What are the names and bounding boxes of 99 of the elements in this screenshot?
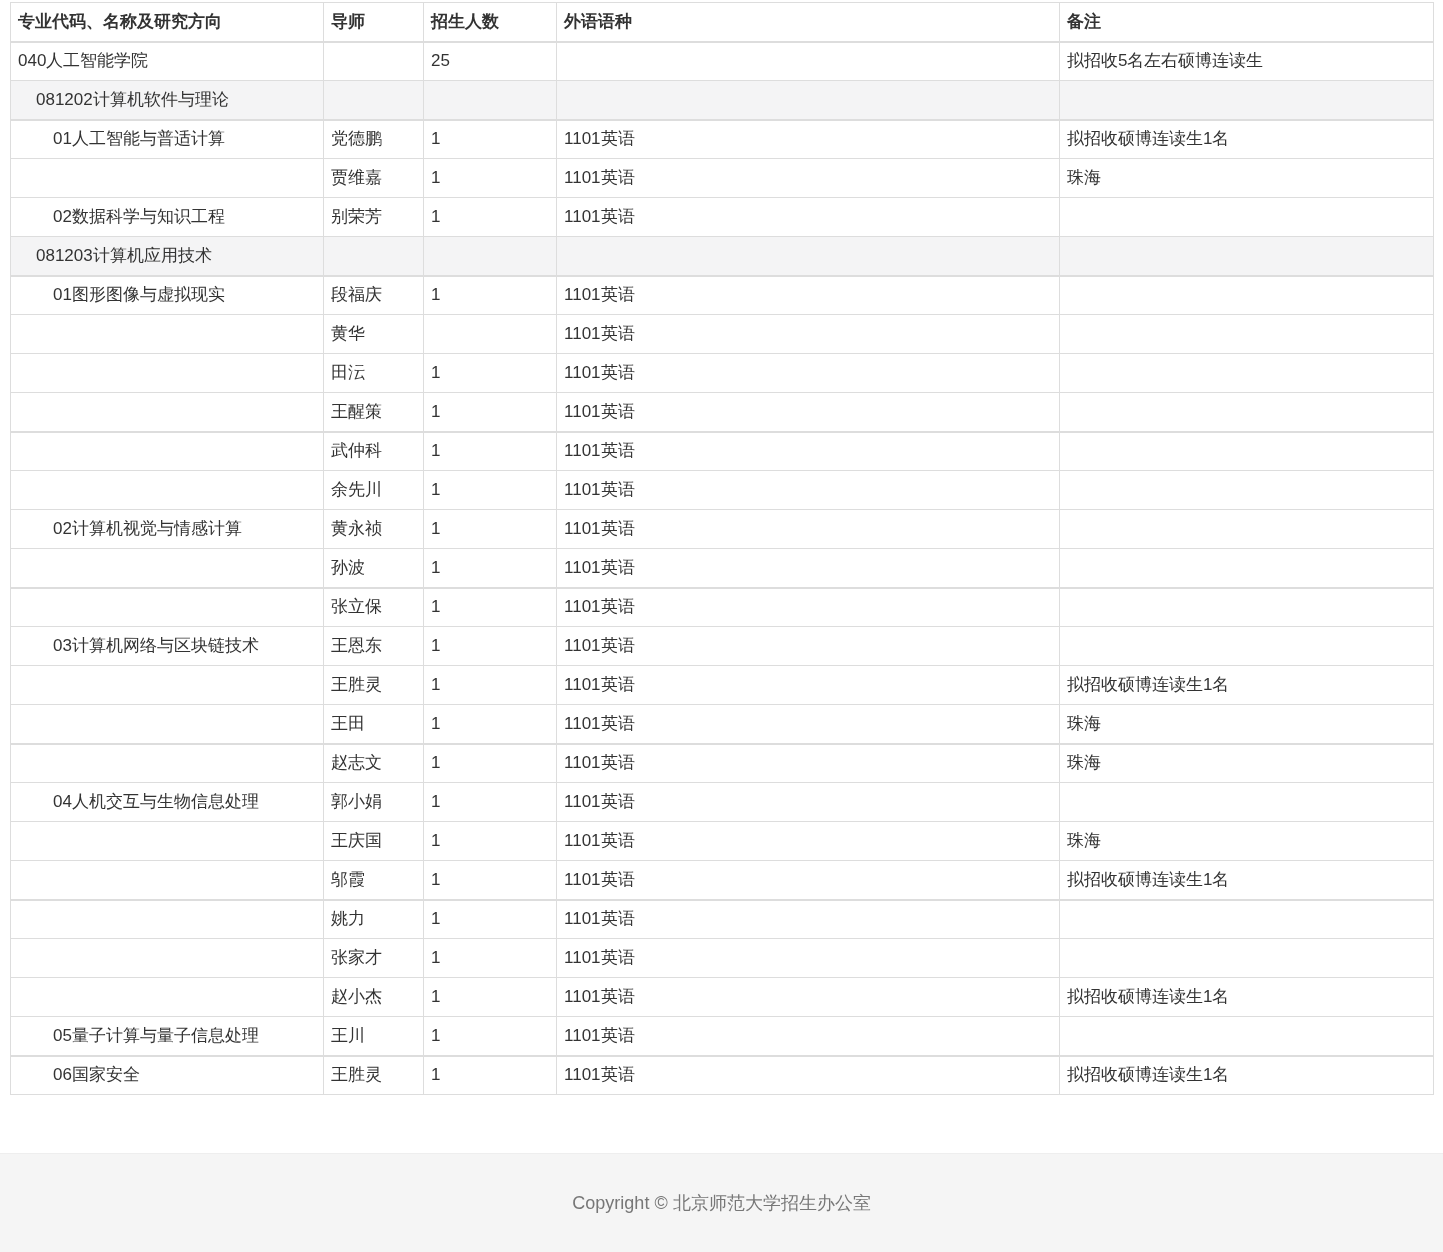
table-cell: 拟招收硕博连读生1名 <box>1059 665 1434 705</box>
table-cell: 04人机交互与生物信息处理 <box>10 782 324 822</box>
table-cell: 武仲科 <box>323 431 424 471</box>
table-cell: 姚力 <box>323 899 424 939</box>
table-cell: 拟招收硕博连读生1名 <box>1059 860 1434 900</box>
table-cell: 贾维嘉 <box>323 158 424 198</box>
table-cell: 珠海 <box>1059 821 1434 861</box>
table-cell: 1101英语 <box>556 1016 1060 1056</box>
table-cell: 081203计算机应用技术 <box>10 236 324 276</box>
table-cell: 1 <box>423 782 557 822</box>
table-cell: 02计算机视觉与情感计算 <box>10 509 324 549</box>
column-header: 备注 <box>1059 2 1434 42</box>
column-header: 外语语种 <box>556 2 1060 42</box>
table-cell: 珠海 <box>1059 158 1434 198</box>
table-cell: 1101英语 <box>556 1055 1060 1095</box>
table-cell: 1101英语 <box>556 314 1060 354</box>
table-cell: 1101英语 <box>556 431 1060 471</box>
table-cell: 1 <box>423 392 557 432</box>
table-cell: 1101英语 <box>556 626 1060 666</box>
table-cell: 1101英语 <box>556 548 1060 588</box>
table-cell: 1 <box>423 977 557 1017</box>
table-cell: 1101英语 <box>556 899 1060 939</box>
table-cell: 1101英语 <box>556 860 1060 900</box>
table-cell: 珠海 <box>1059 743 1434 783</box>
table-cell: 03计算机网络与区块链技术 <box>10 626 324 666</box>
table-cell: 郭小娟 <box>323 782 424 822</box>
column-header: 导师 <box>323 2 424 42</box>
table-cell: 1 <box>423 353 557 393</box>
table-cell: 1101英语 <box>556 665 1060 705</box>
table-cell: 05量子计算与量子信息处理 <box>10 1016 324 1056</box>
table-cell: 1 <box>423 665 557 705</box>
table-cell: 赵小杰 <box>323 977 424 1017</box>
table-cell: 1 <box>423 431 557 471</box>
table-cell: 1 <box>423 821 557 861</box>
table-cell: 拟招收5名左右硕博连读生 <box>1059 41 1434 81</box>
table-cell: 1101英语 <box>556 782 1060 822</box>
column-header: 招生人数 <box>423 2 557 42</box>
table-cell: 01图形图像与虚拟现实 <box>10 275 324 315</box>
table-cell: 1101英语 <box>556 158 1060 198</box>
table-cell: 王胜灵 <box>323 665 424 705</box>
table-cell: 1 <box>423 470 557 510</box>
table-cell: 1101英语 <box>556 704 1060 744</box>
table-cell: 1 <box>423 158 557 198</box>
table-cell: 张立保 <box>323 587 424 627</box>
table-cell: 02数据科学与知识工程 <box>10 197 324 237</box>
table-cell: 孙波 <box>323 548 424 588</box>
table-cell: 1 <box>423 509 557 549</box>
table-cell: 1 <box>423 1055 557 1095</box>
table-cell: 1 <box>423 1016 557 1056</box>
table-cell: 拟招收硕博连读生1名 <box>1059 977 1434 1017</box>
table-cell: 拟招收硕博连读生1名 <box>1059 1055 1434 1095</box>
table-cell: 1 <box>423 860 557 900</box>
table-cell: 王田 <box>323 704 424 744</box>
table-cell: 1101英语 <box>556 353 1060 393</box>
table-cell: 黄华 <box>323 314 424 354</box>
table-cell: 1101英语 <box>556 977 1060 1017</box>
table-cell: 1101英语 <box>556 470 1060 510</box>
table-cell: 01人工智能与普适计算 <box>10 119 324 159</box>
table-cell: 1 <box>423 197 557 237</box>
table-cell: 王川 <box>323 1016 424 1056</box>
table-cell: 段福庆 <box>323 275 424 315</box>
table-cell: 党德鹏 <box>323 119 424 159</box>
table-cell: 张家才 <box>323 938 424 978</box>
table-cell: 余先川 <box>323 470 424 510</box>
table-cell: 1 <box>423 743 557 783</box>
table-cell: 黄永祯 <box>323 509 424 549</box>
table-cell: 1101英语 <box>556 587 1060 627</box>
table-cell: 珠海 <box>1059 704 1434 744</box>
table-cell: 别荣芳 <box>323 197 424 237</box>
table-cell: 1 <box>423 119 557 159</box>
table-cell: 田沄 <box>323 353 424 393</box>
table-cell: 1101英语 <box>556 275 1060 315</box>
table-cell: 1101英语 <box>556 119 1060 159</box>
table-cell: 1101英语 <box>556 821 1060 861</box>
table-cell: 1101英语 <box>556 743 1060 783</box>
table-cell: 1 <box>423 938 557 978</box>
table-cell: 1 <box>423 275 557 315</box>
table-cell: 06国家安全 <box>10 1055 324 1095</box>
table-cell: 081202计算机软件与理论 <box>10 80 324 120</box>
table-cell: 1101英语 <box>556 509 1060 549</box>
table-cell: 040人工智能学院 <box>10 41 324 81</box>
table-cell: 1 <box>423 704 557 744</box>
table-cell: 王胜灵 <box>323 1055 424 1095</box>
copyright-text: Copyright © 北京师范大学招生办公室 <box>572 1191 871 1215</box>
table-cell: 1 <box>423 899 557 939</box>
table-cell: 邬霞 <box>323 860 424 900</box>
table-cell: 1 <box>423 626 557 666</box>
table-cell: 25 <box>423 41 557 81</box>
table-cell: 王恩东 <box>323 626 424 666</box>
table-cell: 1101英语 <box>556 392 1060 432</box>
table-cell: 拟招收硕博连读生1名 <box>1059 119 1434 159</box>
table-cell: 1 <box>423 587 557 627</box>
column-header: 专业代码、名称及研究方向 <box>10 2 324 42</box>
table-cell: 1101英语 <box>556 197 1060 237</box>
table-cell: 王庆国 <box>323 821 424 861</box>
table-cell: 1 <box>423 548 557 588</box>
table-cell: 1101英语 <box>556 938 1060 978</box>
table-cell: 赵志文 <box>323 743 424 783</box>
table-cell: 王醒策 <box>323 392 424 432</box>
